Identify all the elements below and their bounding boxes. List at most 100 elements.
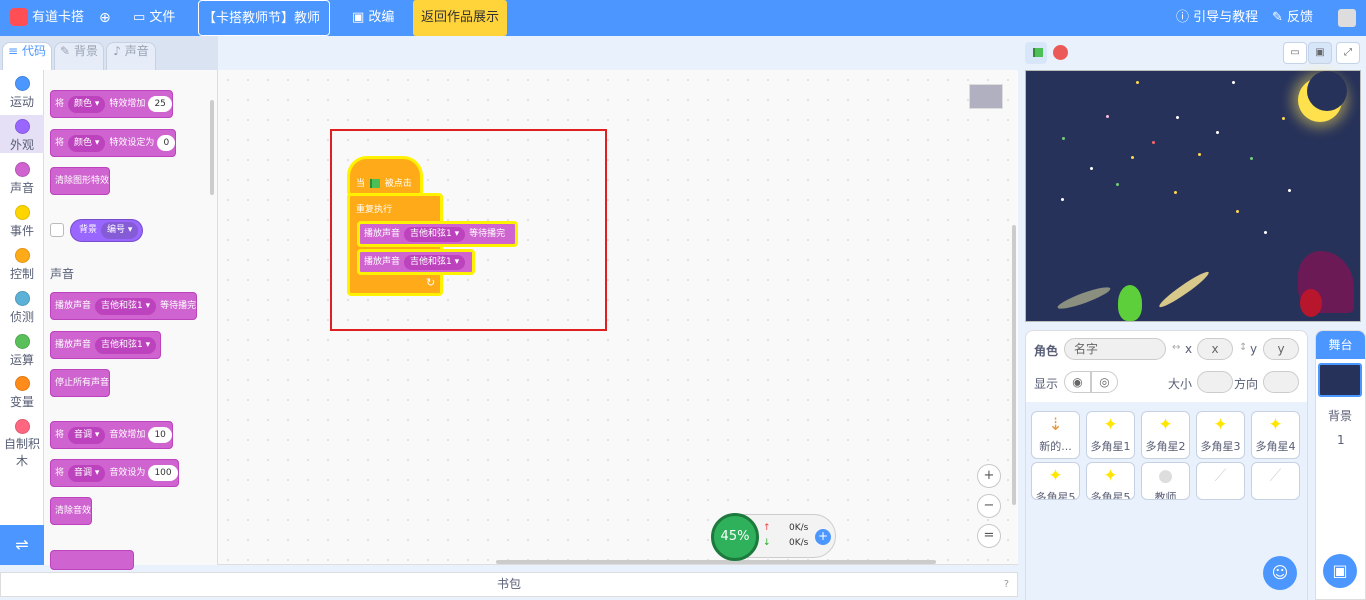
project-title-input[interactable]: 【卡搭教师节】教师 bbox=[198, 0, 330, 36]
sprite-tile[interactable]: ✦ 多角星3 bbox=[1196, 411, 1245, 459]
sprite-tile[interactable]: ⇣ 新的... bbox=[1031, 411, 1080, 459]
category-variables[interactable]: 变量 bbox=[0, 372, 44, 410]
user-avatar[interactable] bbox=[1338, 9, 1356, 27]
tutorial-button[interactable]: ⓘ 引导与教程 bbox=[1176, 0, 1258, 36]
sprite-tile[interactable]: ✦ 多角星5 bbox=[1031, 462, 1080, 500]
block-dropdown[interactable]: 吉他和弦1 ▾ bbox=[95, 298, 157, 315]
feedback-label: 反馈 bbox=[1287, 10, 1314, 25]
choose-backdrop-button[interactable]: ▣ bbox=[1323, 554, 1357, 588]
palette-scrollbar[interactable] bbox=[210, 100, 214, 195]
sprite-tile[interactable]: ⟋ bbox=[1196, 462, 1245, 500]
show-visible-button[interactable]: ◉ bbox=[1064, 371, 1091, 393]
block-dropdown[interactable]: 编号 ▾ bbox=[101, 222, 139, 239]
zoom-reset-button[interactable]: = bbox=[977, 524, 1001, 548]
memory-usage-indicator[interactable]: 45% bbox=[711, 513, 759, 561]
backdrop-thumbnail[interactable] bbox=[1318, 363, 1362, 397]
brand-logo[interactable]: 有道卡搭 bbox=[10, 0, 84, 36]
block-number-input[interactable]: 100 bbox=[148, 465, 178, 481]
block-dropdown[interactable]: 吉他和弦1 ▾ bbox=[95, 337, 157, 354]
block-backdrop-number[interactable]: 背景 编号 ▾ bbox=[70, 219, 144, 242]
block-clear-sound-effects[interactable]: 清除音效 bbox=[50, 497, 93, 525]
block-dropdown[interactable]: 音调 ▾ bbox=[68, 427, 106, 444]
sprite-tile[interactable]: ● 教师 bbox=[1141, 462, 1190, 500]
star-icon: ✦ bbox=[1048, 466, 1063, 486]
fullscreen-button[interactable]: ⤢ bbox=[1336, 42, 1360, 64]
when-flag-clicked-block[interactable]: 当 被点击 bbox=[347, 156, 423, 196]
tab-code[interactable]: ≡ 代码 bbox=[2, 42, 52, 70]
category-dot-icon bbox=[14, 419, 30, 434]
block-number-input[interactable]: 25 bbox=[148, 96, 172, 112]
green-flag-button[interactable] bbox=[1025, 42, 1047, 64]
block-dropdown[interactable]: 音调 ▾ bbox=[68, 465, 106, 482]
backpack-bar[interactable]: 书包? bbox=[0, 572, 1018, 597]
block-clear-effects[interactable]: 清除图形特效 bbox=[50, 167, 111, 195]
block-set-sound-effect[interactable]: 将音调 ▾ 音效设为 100 bbox=[50, 459, 179, 487]
globe-icon[interactable]: ⊕ bbox=[99, 0, 111, 36]
tab-backdrop[interactable]: ✎ 背景 bbox=[54, 42, 104, 70]
block-change-sound-effect[interactable]: 将音调 ▾ 音效增加 10 bbox=[50, 421, 173, 449]
category-looks[interactable]: 外观 bbox=[0, 115, 44, 153]
star bbox=[1236, 210, 1239, 213]
block-set-effect[interactable]: 将颜色 ▾ 特效设定为 0 bbox=[50, 129, 177, 157]
tab-code-label: 代码 bbox=[21, 44, 46, 58]
workspace-vscrollbar[interactable] bbox=[1012, 225, 1016, 505]
sprite-name-input[interactable]: 名字 bbox=[1064, 338, 1166, 360]
category-operators[interactable]: 运算 bbox=[0, 330, 44, 368]
sprite-image-icon: ⟋ bbox=[1214, 466, 1227, 486]
tab-sound[interactable]: ♪ 声音 bbox=[106, 42, 156, 70]
category-label: 运算 bbox=[9, 353, 34, 367]
download-arrow-icon: ↓ bbox=[763, 538, 771, 548]
block-number-input[interactable]: 0 bbox=[157, 135, 176, 151]
direction-input[interactable] bbox=[1263, 371, 1299, 393]
dropdown-value: 颜色 bbox=[74, 99, 93, 109]
category-sensing[interactable]: 侦测 bbox=[0, 287, 44, 325]
block-start-sound[interactable]: 播放声音 吉他和弦1 ▾ bbox=[50, 331, 162, 359]
block-change-effect[interactable]: 将颜色 ▾ 特效增加 25 bbox=[50, 90, 173, 118]
block-dropdown[interactable]: 吉他和弦1 ▾ bbox=[404, 255, 466, 270]
category-events[interactable]: 事件 bbox=[0, 201, 44, 239]
help-circle-icon[interactable]: ? bbox=[1004, 573, 1009, 596]
choose-sprite-button[interactable]: ☺ bbox=[1263, 556, 1297, 590]
block-partial[interactable] bbox=[50, 550, 134, 570]
small-stage-button[interactable]: ▭ bbox=[1283, 42, 1307, 64]
category-my-blocks[interactable]: 自制积木 bbox=[0, 415, 44, 470]
star-icon: ✦ bbox=[1103, 415, 1118, 435]
block-dropdown[interactable]: 颜色 ▾ bbox=[68, 135, 106, 152]
category-sound[interactable]: 声音 bbox=[0, 158, 44, 196]
block-text: 特效增加 bbox=[109, 99, 146, 109]
extension-icon: ⇌ bbox=[15, 535, 29, 554]
workspace-hscrollbar[interactable] bbox=[496, 560, 936, 564]
return-to-showcase-button[interactable]: 返回作品展示 bbox=[413, 0, 508, 36]
block-number-input[interactable]: 10 bbox=[148, 427, 172, 443]
sprite-tile[interactable]: ✦ 多角星5 bbox=[1086, 462, 1135, 500]
backpack-label: 书包 bbox=[496, 577, 521, 591]
adapt-button[interactable]: ▣ 改编 bbox=[352, 0, 394, 36]
sprite-tile[interactable]: ✦ 多角星2 bbox=[1141, 411, 1190, 459]
block-dropdown[interactable]: 颜色 ▾ bbox=[68, 96, 106, 113]
sprite-tile[interactable]: ✦ 多角星4 bbox=[1251, 411, 1300, 459]
block-play-sound-until-done[interactable]: 播放声音 吉他和弦1 ▾ 等待播完 bbox=[50, 292, 198, 320]
x-input[interactable]: x bbox=[1197, 338, 1233, 360]
speed-boost-plus-icon[interactable]: + bbox=[815, 529, 831, 545]
hide-button[interactable]: ◎ bbox=[1091, 371, 1118, 393]
feedback-button[interactable]: ✎ 反馈 bbox=[1272, 0, 1313, 36]
y-input[interactable]: y bbox=[1263, 338, 1299, 360]
category-motion[interactable]: 运动 bbox=[0, 72, 44, 110]
script-start-sound[interactable]: 播放声音 吉他和弦1 ▾ bbox=[357, 249, 475, 275]
file-menu[interactable]: ▭ 文件 bbox=[133, 0, 175, 36]
sprite-tile[interactable]: ⟋ bbox=[1251, 462, 1300, 500]
zoom-out-button[interactable]: − bbox=[977, 494, 1001, 518]
block-text: 播放声音 bbox=[364, 257, 401, 267]
reporter-checkbox[interactable] bbox=[50, 223, 64, 237]
add-extension-button[interactable]: ⇌ bbox=[0, 525, 44, 565]
zoom-in-button[interactable]: + bbox=[977, 464, 1001, 488]
category-control[interactable]: 控制 bbox=[0, 244, 44, 282]
add-image-icon: ▣ bbox=[1332, 561, 1348, 580]
size-input[interactable] bbox=[1197, 371, 1233, 393]
script-play-sound-until-done[interactable]: 播放声音 吉他和弦1 ▾ 等待播完 bbox=[357, 221, 518, 247]
stop-button[interactable] bbox=[1053, 45, 1068, 60]
normal-stage-button[interactable]: ▣ bbox=[1308, 42, 1332, 64]
block-dropdown[interactable]: 吉他和弦1 ▾ bbox=[404, 227, 466, 242]
sprite-tile[interactable]: ✦ 多角星1 bbox=[1086, 411, 1135, 459]
block-stop-all-sounds[interactable]: 停止所有声音 bbox=[50, 369, 111, 397]
